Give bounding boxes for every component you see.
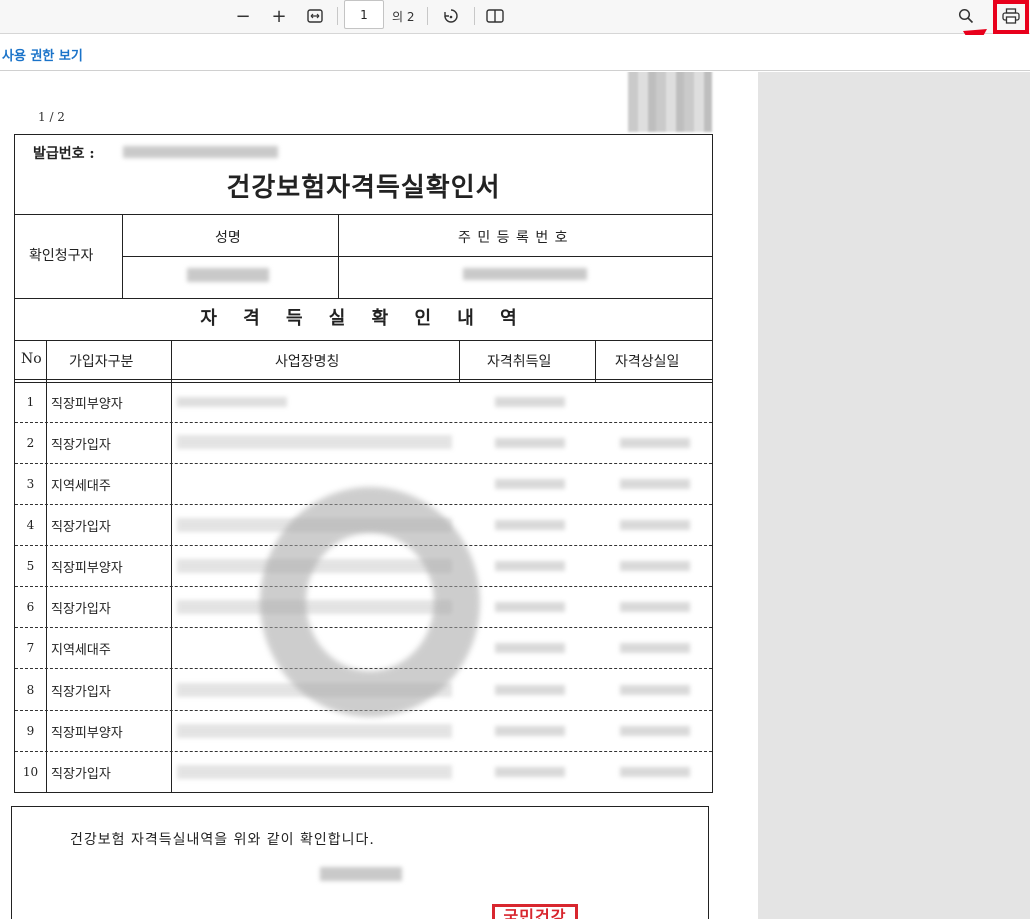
row-divider — [15, 751, 712, 752]
blurred-date — [495, 602, 565, 612]
fit-width-icon[interactable] — [302, 4, 328, 28]
page-indicator: 1 / 2 — [38, 110, 65, 124]
table-rule — [595, 340, 596, 382]
page-number-input[interactable] — [344, 0, 384, 29]
name-header: 성명 — [215, 230, 241, 246]
blurred-issue-date — [320, 867, 402, 881]
blurred-date — [495, 685, 565, 695]
requester-label: 확인청구자 — [29, 248, 94, 264]
table-rule — [15, 379, 712, 380]
table-rule — [15, 214, 712, 215]
plus-icon[interactable]: + — [266, 4, 292, 28]
column-header-no: No — [21, 351, 42, 367]
table-rule — [15, 382, 712, 383]
blurred-date — [620, 561, 690, 571]
page-total-label: 의 2 — [392, 10, 415, 24]
document-subbar: 사용 권한 보기 — [0, 35, 1030, 71]
blurred-rrn — [463, 268, 587, 280]
blurred-date — [620, 520, 690, 530]
blurred-date — [495, 643, 565, 653]
table-rule — [122, 256, 712, 257]
rrn-header: 주 민 등 록 번 호 — [458, 230, 569, 246]
blurred-issue-number — [123, 146, 278, 158]
row-divider — [15, 422, 712, 423]
blurred-watermark — [260, 487, 480, 717]
blurred-date — [620, 685, 690, 695]
issue-number-row: 발급번호 : — [15, 135, 712, 167]
table-rule — [15, 340, 712, 341]
blurred-date — [495, 397, 565, 407]
blurred-barcode — [628, 72, 712, 132]
certificate-form: 발급번호 : 건강보험자격득실확인서 확인청구자 성명 주 민 등 록 번 호 … — [14, 134, 713, 793]
blurred-date — [620, 643, 690, 653]
column-header-acquired-date: 자격취득일 — [487, 354, 552, 370]
minus-icon[interactable]: − — [230, 4, 256, 28]
viewer-background — [758, 72, 1030, 919]
official-stamp: 국민건강 — [492, 904, 578, 919]
blurred-date — [495, 561, 565, 571]
blurred-date — [620, 767, 690, 777]
column-header-workplace: 사업장명칭 — [275, 354, 340, 370]
blurred-date — [495, 438, 565, 448]
blurred-date — [620, 479, 690, 489]
blurred-cell — [177, 397, 287, 407]
toolbar-separator — [474, 7, 475, 25]
column-header-lost-date: 자격상실일 — [615, 354, 680, 370]
table-rule — [15, 298, 712, 299]
blurred-cell — [177, 435, 452, 449]
blurred-date — [620, 602, 690, 612]
document-title: 건강보험자격득실확인서 — [226, 173, 501, 203]
blurred-name — [187, 268, 269, 282]
blurred-cell — [177, 724, 452, 738]
confirmation-box: 건강보험 자격득실내역을 위와 같이 확인합니다. 국민건강 — [11, 806, 709, 919]
rotate-icon[interactable] — [438, 4, 464, 28]
print-highlight-box — [993, 0, 1029, 34]
column-header-type: 가입자구분 — [69, 354, 134, 370]
toolbar-separator — [427, 7, 428, 25]
blurred-date — [620, 438, 690, 448]
blurred-date — [495, 520, 565, 530]
confirmation-text: 건강보험 자격득실내역을 위와 같이 확인합니다. — [70, 832, 375, 848]
view-permissions-link[interactable]: 사용 권한 보기 — [2, 45, 83, 64]
blurred-date — [620, 726, 690, 736]
blurred-date — [495, 479, 565, 489]
toolbar-separator — [337, 7, 338, 25]
row-divider — [15, 463, 712, 464]
blurred-date — [495, 726, 565, 736]
pdf-page: 1 / 2 발급번호 : 건강보험자격득실확인서 확인청구자 성명 주 민 등 … — [0, 72, 758, 919]
blurred-date — [495, 767, 565, 777]
section-title: 자 격 득 실 확 인 내 역 — [200, 308, 527, 329]
two-page-view-icon[interactable] — [482, 4, 508, 28]
table-rule — [459, 340, 460, 382]
issue-number-label: 발급번호 : — [33, 146, 95, 162]
blurred-cell — [177, 765, 452, 779]
pdf-toolbar: − + 의 2 — [0, 0, 1030, 34]
table-rule — [171, 340, 172, 793]
table-rule — [46, 340, 47, 793]
